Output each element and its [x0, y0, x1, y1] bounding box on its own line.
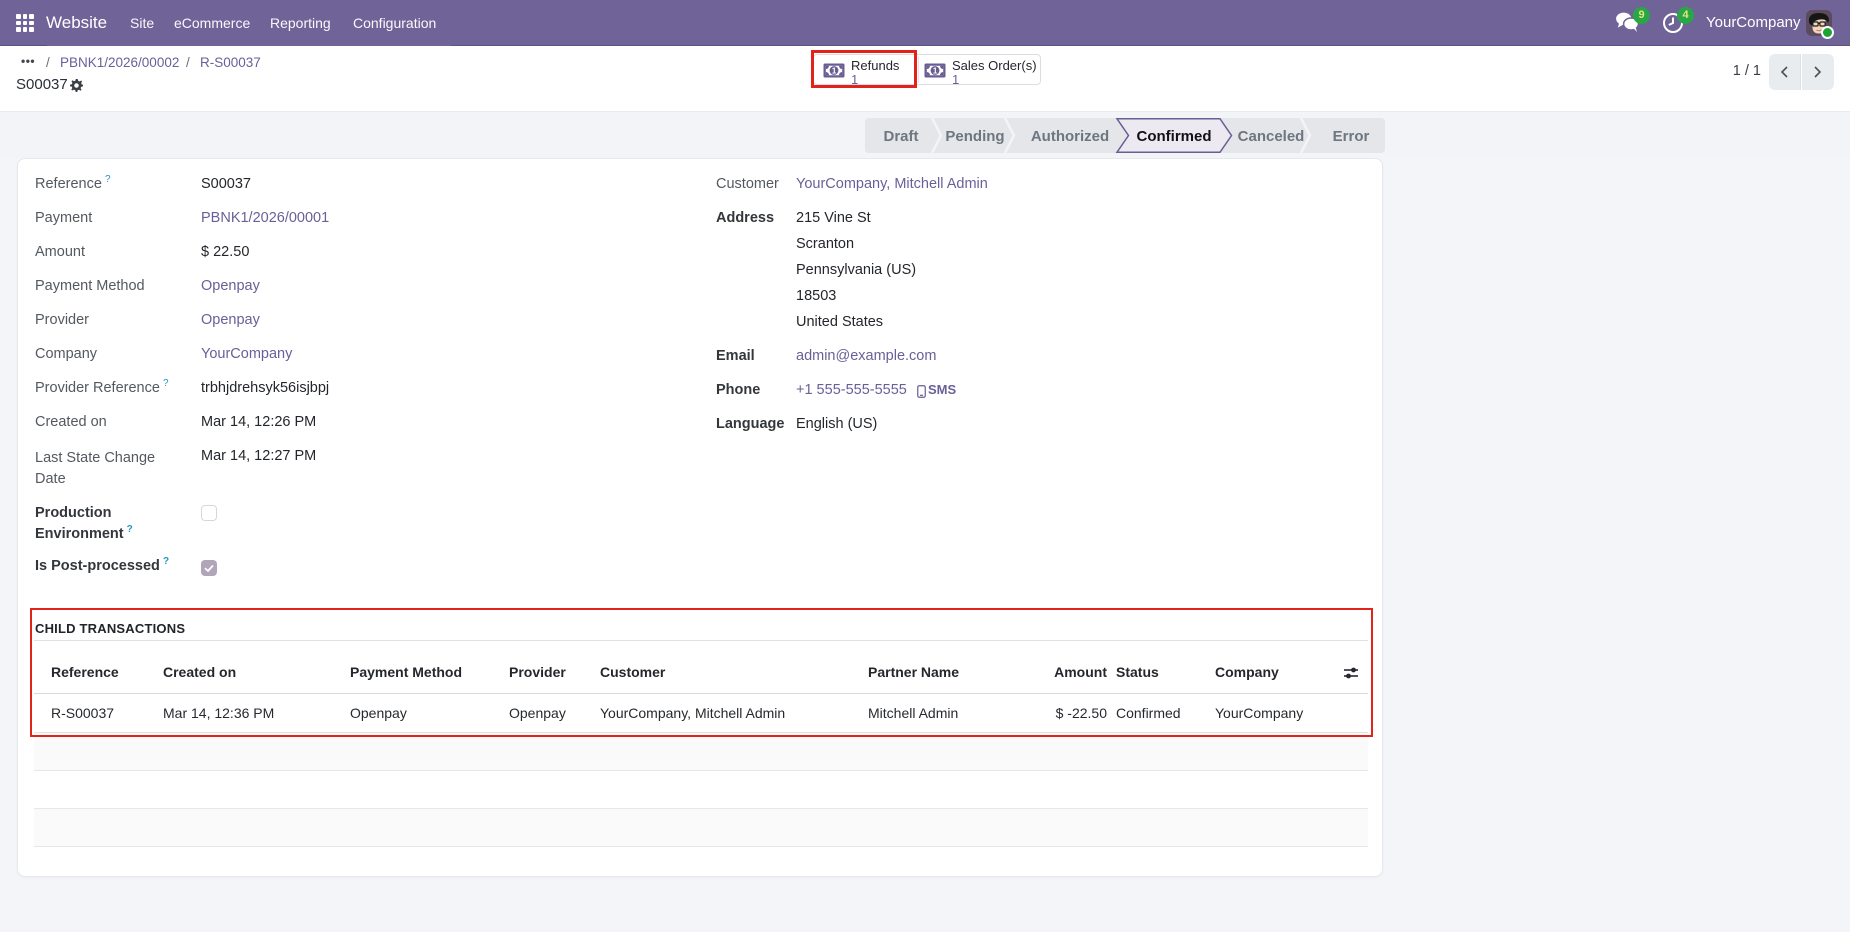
svg-text:1: 1 — [933, 66, 938, 75]
svg-text:Authorized: Authorized — [1031, 128, 1109, 145]
svg-text:Error: Error — [1333, 128, 1370, 145]
svg-text:Canceled: Canceled — [1238, 128, 1305, 145]
svg-text:Pending: Pending — [945, 128, 1004, 145]
svg-text:Draft: Draft — [883, 128, 918, 145]
svg-text:Confirmed: Confirmed — [1137, 128, 1212, 145]
